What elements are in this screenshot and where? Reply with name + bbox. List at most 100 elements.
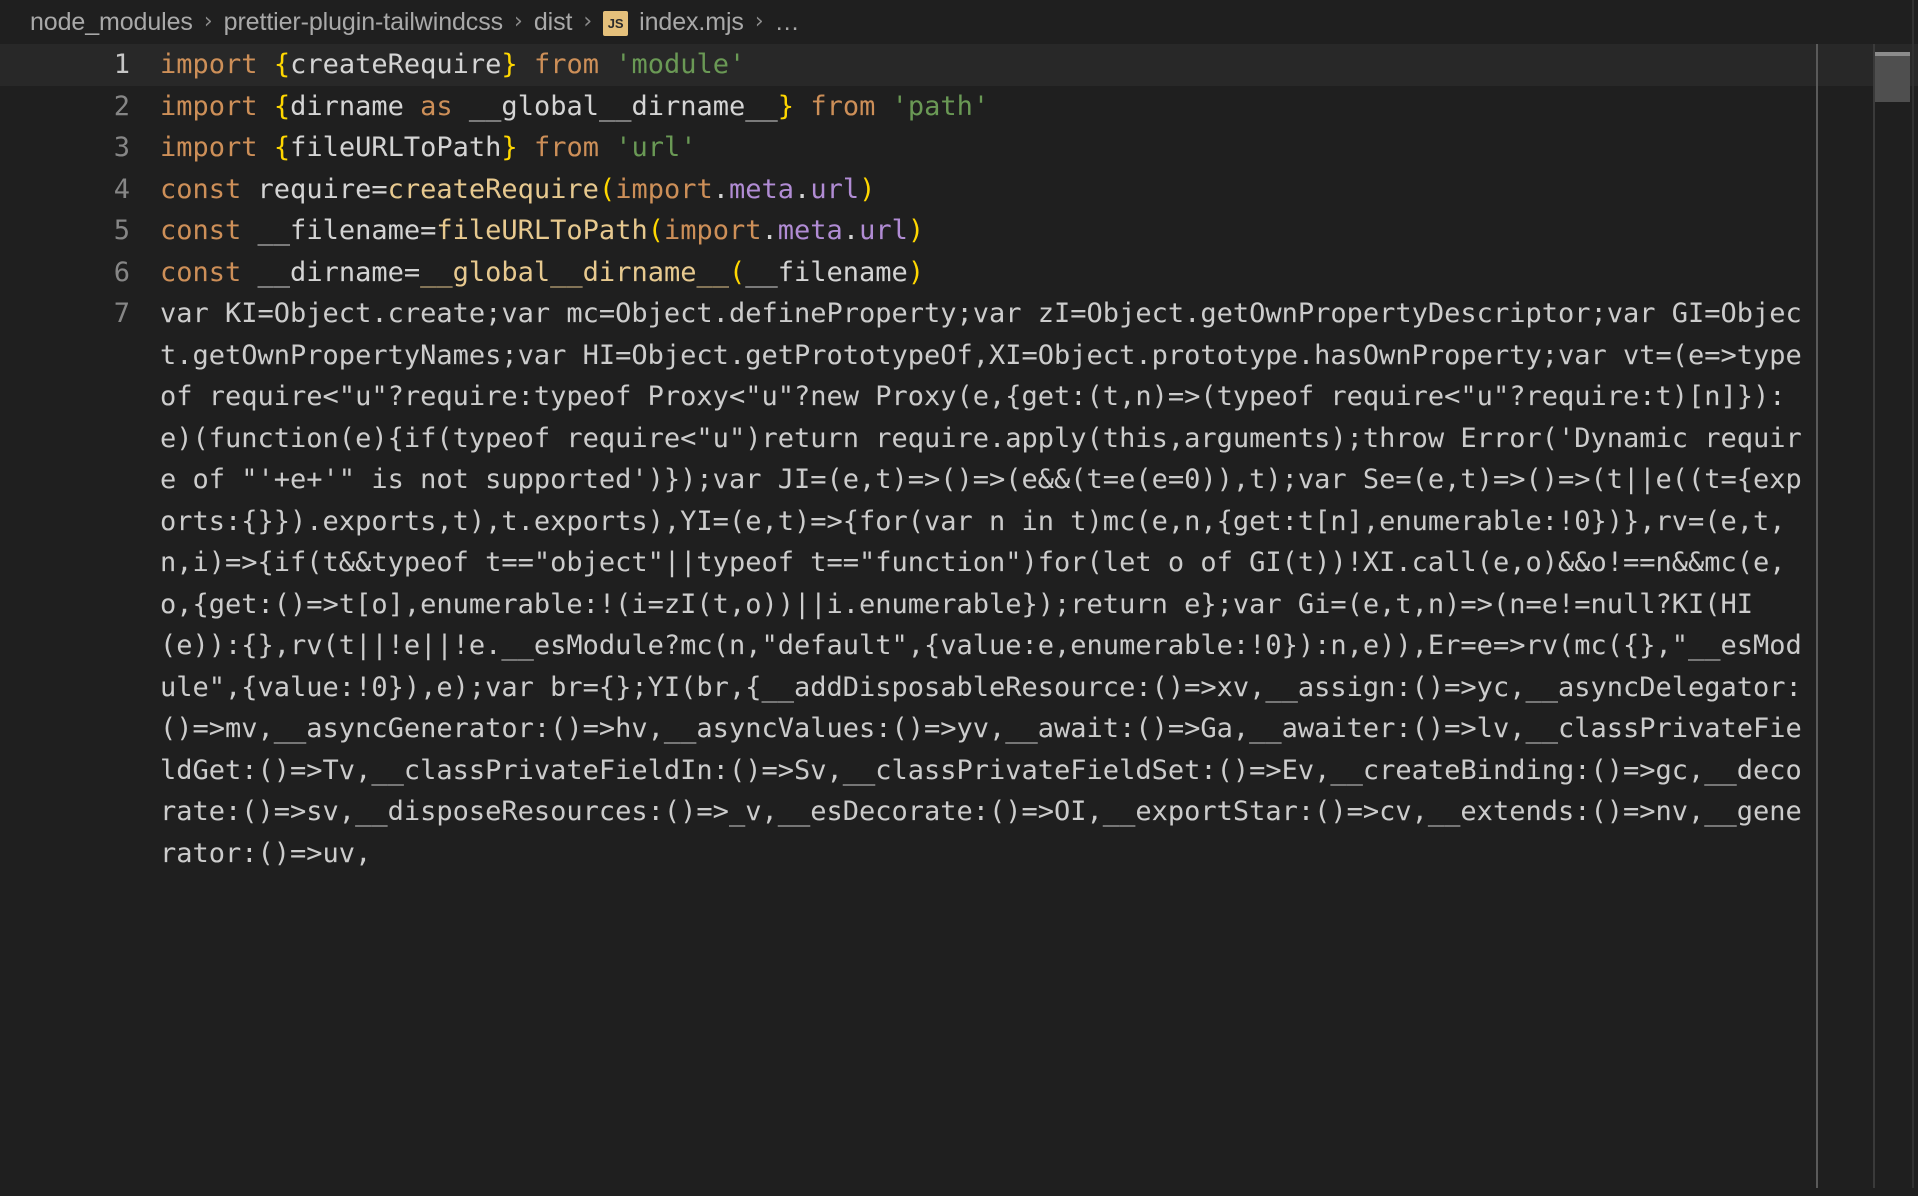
code-line-content-3[interactable]: import {fileURLToPath} from 'url' (160, 127, 1918, 169)
token-brace: ( (728, 256, 746, 288)
code-line-4[interactable]: 4 const require=createRequire(import.meta… (0, 169, 1918, 211)
token-kw: from (533, 132, 599, 163)
line-number-2: 2 (113, 90, 130, 122)
token-kw: const (160, 215, 242, 246)
token-brace: } (501, 132, 518, 163)
token-brace: ( (647, 215, 664, 246)
code-line-content-1[interactable]: import {createRequire} from 'module' (160, 44, 1918, 86)
token-kw: import (663, 215, 762, 246)
code-line-2[interactable]: 2 import {dirname as __global__dirname__}… (0, 86, 1918, 128)
token-punc: . (712, 173, 730, 205)
editor-text-area[interactable]: 1 import {createRequire} from 'module' 2 im… (0, 44, 1918, 1196)
breadcrumb: node_modules › prettier-plugin-tailwindc… (0, 0, 1918, 44)
token-brace: { (273, 90, 291, 122)
token-var: dirname (290, 90, 404, 122)
token-brace: } (501, 49, 518, 80)
editor-bottom-edge (0, 1188, 1918, 1196)
line-number-5: 5 (113, 215, 130, 246)
token-brace: { (273, 132, 291, 163)
code-line-6[interactable]: 6 const __dirname=__global__dirname__(__f… (0, 252, 1918, 294)
token-brace: } (777, 90, 795, 122)
token-var: __filename (257, 215, 421, 246)
token-punc: . (794, 173, 811, 205)
breadcrumb-item-dist[interactable]: dist (534, 8, 573, 37)
token-punc: = (420, 215, 437, 246)
token-brace: ( (598, 173, 616, 205)
line-number-6: 6 (113, 256, 130, 288)
breadcrumb-separator-icon: › (754, 8, 764, 34)
token-plain: var KI=Object.create;var mc=Object.defin… (160, 298, 1802, 869)
token-kw: const (160, 173, 242, 205)
token-var: require (257, 173, 372, 205)
token-kw: const (160, 256, 242, 288)
token-brace: { (273, 49, 291, 80)
token-brace: ) (907, 256, 925, 288)
window-right-edge (1912, 0, 1914, 1196)
code-line-content-2[interactable]: import {dirname as __global__dirname__} … (160, 86, 1918, 128)
token-str: 'url' (615, 132, 697, 163)
token-punc: . (842, 215, 860, 246)
breadcrumb-item-prettier-plugin-tailwindcss[interactable]: prettier-plugin-tailwindcss (224, 8, 503, 37)
code-line-content-6[interactable]: const __dirname=__global__dirname__(__fi… (160, 252, 1918, 294)
token-var: createRequire (290, 49, 502, 80)
breadcrumb-item-index-mjs[interactable]: index.mjs (639, 8, 744, 37)
code-editor-window: node_modules › prettier-plugin-tailwindc… (0, 0, 1918, 1196)
token-prop: meta (777, 215, 843, 246)
token-str: 'path' (891, 90, 990, 122)
code-line-content-5[interactable]: const __filename=fileURLToPath(import.me… (160, 210, 1918, 252)
line-number-4: 4 (113, 173, 130, 205)
token-brace: ) (859, 173, 876, 205)
vertical-scrollbar-thumb[interactable] (1875, 52, 1910, 102)
token-brace: ) (907, 215, 925, 246)
token-punc: . (761, 215, 778, 246)
token-kw: as (420, 90, 453, 122)
token-var: __global__dirname__ (468, 90, 778, 122)
token-str: 'module' (615, 49, 746, 80)
overview-ruler-divider (1816, 44, 1818, 1196)
token-fn: createRequire (387, 173, 599, 205)
code-line-content-7[interactable]: var KI=Object.create;var mc=Object.defin… (160, 293, 1918, 874)
token-punc: = (371, 173, 388, 205)
token-kw: import (160, 90, 258, 122)
token-kw: import (615, 173, 713, 205)
breadcrumb-item-node_modules[interactable]: node_modules (30, 8, 193, 37)
token-punc: = (403, 256, 421, 288)
breadcrumb-separator-icon: › (583, 8, 593, 34)
token-prop: url (810, 173, 860, 205)
token-var: fileURLToPath (290, 132, 502, 163)
code-line-content-4[interactable]: const require=createRequire(import.meta.… (160, 169, 1918, 211)
token-kw: import (160, 49, 258, 80)
token-prop: url (859, 215, 908, 246)
breadcrumb-separator-icon: › (514, 8, 523, 34)
token-prop: meta (729, 173, 795, 205)
token-var: __dirname (257, 256, 404, 288)
line-number-1: 1 (113, 49, 130, 80)
token-kw: from (810, 90, 876, 122)
code-line-1[interactable]: 1 import {createRequire} from 'module' (0, 44, 1918, 86)
code-line-7[interactable]: 7 var KI=Object.create;var mc=Object.defi… (0, 293, 1918, 874)
line-number-7: 7 (113, 298, 130, 329)
code-line-3[interactable]: 3 import {fileURLToPath} from 'url' (0, 127, 1918, 169)
line-number-3: 3 (113, 132, 130, 163)
token-kw: from (533, 49, 599, 80)
token-fn: __global__dirname__ (420, 256, 729, 288)
token-var: __filename (745, 256, 908, 288)
vertical-scrollbar[interactable] (1875, 44, 1910, 1196)
code-line-5[interactable]: 5 const __filename=fileURLToPath(import.m… (0, 210, 1918, 252)
token-kw: import (160, 132, 258, 163)
breadcrumb-overflow-ellipsis[interactable]: … (775, 8, 800, 37)
